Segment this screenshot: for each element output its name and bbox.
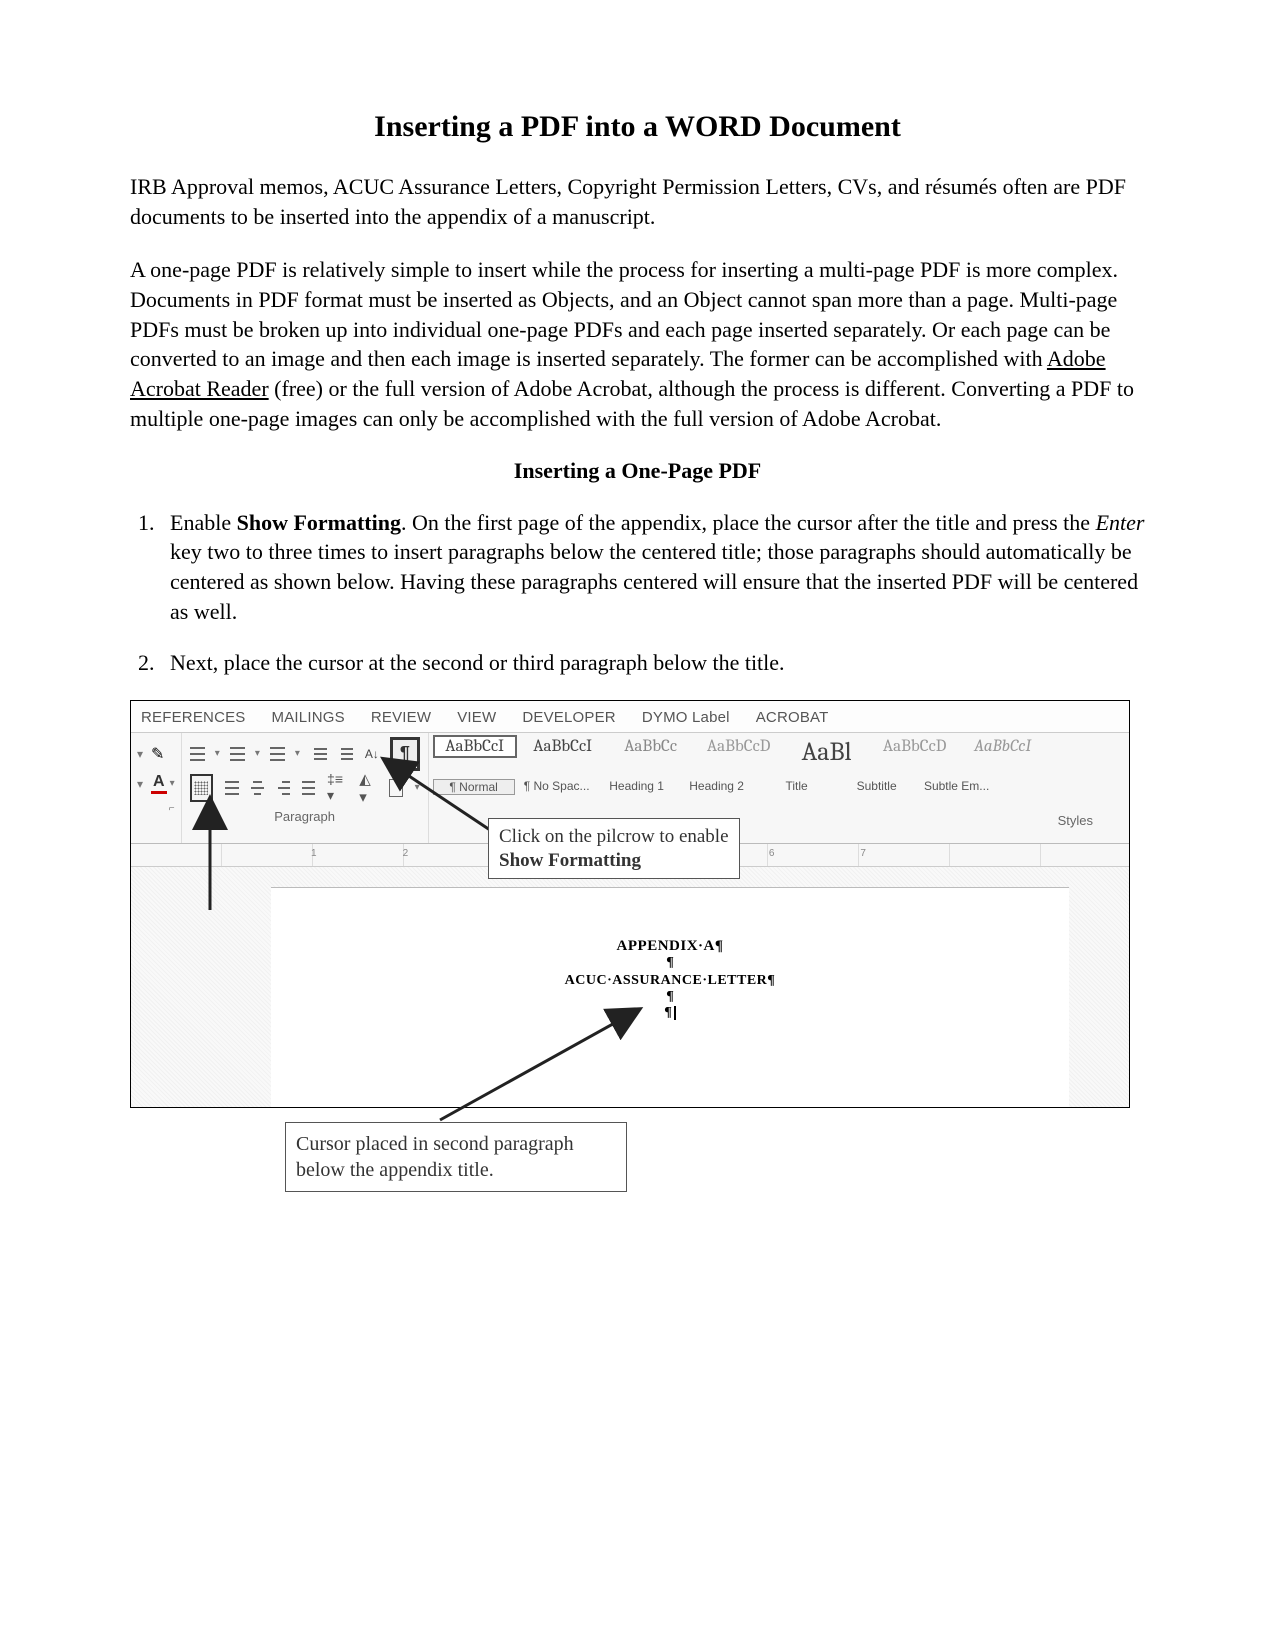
step1-bold: Show Formatting — [237, 510, 401, 535]
style-label-subtitle: Subtitle — [839, 779, 915, 795]
format-painter-icon[interactable]: ✎ — [151, 744, 164, 764]
sort-button[interactable]: A↓ — [363, 744, 380, 764]
appendix-title-line: APPENDIX·A¶ — [271, 938, 1069, 955]
ruler-num: 2 — [403, 848, 409, 859]
callout-cursor-placement: Cursor placed in second paragraph below … — [285, 1122, 627, 1192]
document-area[interactable]: APPENDIX·A¶ ¶ ACUC·ASSURANCE·LETTER¶ ¶ ¶ — [131, 867, 1129, 1107]
style-sample: AaBbCcI — [437, 737, 513, 756]
pilcrow-mark: ¶ — [271, 955, 1069, 971]
style-label-normal: ¶ Normal — [433, 779, 515, 795]
document-page: APPENDIX·A¶ ¶ ACUC·ASSURANCE·LETTER¶ ¶ ¶ — [271, 887, 1069, 1107]
borders-button[interactable] — [389, 779, 403, 797]
tab-mailings[interactable]: MAILINGS — [272, 709, 345, 726]
ruler[interactable]: 1 2 3 4 5 6 7 — [131, 844, 1129, 867]
dropdown-icon[interactable]: ▾ — [137, 777, 143, 791]
ruler-num: 6 — [769, 848, 775, 859]
dropdown-icon[interactable]: ▾ — [137, 747, 143, 761]
style-sample: AaBbCcI — [965, 737, 1041, 756]
paragraph-group: ▾ ▾ ▾ A↓ ¶ ‡≡ ▾ — [182, 733, 429, 843]
style-no-spacing[interactable]: AaBbCcI — [521, 735, 605, 758]
style-heading2[interactable]: AaBbCcD — [697, 735, 781, 758]
increase-indent-button[interactable] — [337, 746, 354, 762]
ruler-num: 3 — [494, 848, 500, 859]
section-subheading: Inserting a One-Page PDF — [130, 458, 1145, 484]
styles-group: AaBbCcI AaBbCcI AaBbCc AaBbCcD AaBl AaBb… — [429, 733, 1129, 843]
style-sample: AaBbCcI — [525, 737, 601, 756]
step1-b: . On the first page of the appendix, pla… — [401, 510, 1096, 535]
align-center-button[interactable] — [251, 781, 264, 795]
shading-button[interactable]: ◭ ▾ — [359, 770, 376, 806]
font-group-launcher[interactable]: ⌐ — [137, 799, 175, 814]
paragraph-group-label: Paragraph — [190, 803, 420, 824]
intro2-text-a: A one-page PDF is relatively simple to i… — [130, 257, 1118, 371]
style-label-title: Title — [759, 779, 835, 795]
intro-paragraph-2: A one-page PDF is relatively simple to i… — [130, 255, 1145, 433]
ribbon-tabs: REFERENCES MAILINGS REVIEW VIEW DEVELOPE… — [131, 701, 1129, 733]
style-sample: AaBbCcD — [701, 737, 777, 756]
font-group: ▾ ✎ ▾ A▾ ⌐ — [131, 733, 182, 843]
style-normal[interactable]: AaBbCcI — [433, 735, 517, 758]
style-label-subtleem: Subtle Em... — [919, 779, 995, 795]
align-left-button[interactable] — [225, 781, 238, 795]
font-color-button[interactable]: A▾ — [151, 773, 175, 794]
word-screenshot-figure: REFERENCES MAILINGS REVIEW VIEW DEVELOPE… — [130, 700, 1130, 1108]
page-title: Inserting a PDF into a WORD Document — [130, 110, 1145, 144]
style-sample: AaBl — [789, 737, 865, 767]
style-title[interactable]: AaBl — [785, 735, 869, 769]
ruler-num: 4 — [586, 848, 592, 859]
intro-paragraph-1: IRB Approval memos, ACUC Assurance Lette… — [130, 172, 1145, 231]
tab-view[interactable]: VIEW — [457, 709, 496, 726]
step-2: Next, place the cursor at the second or … — [160, 648, 1145, 678]
shading-highlight-box[interactable] — [190, 774, 213, 802]
style-sample: AaBbCc — [613, 737, 689, 756]
ruler-num: 7 — [860, 848, 866, 859]
step1-c: key two to three times to insert paragra… — [170, 539, 1138, 623]
appendix-subtitle-line: ACUC·ASSURANCE·LETTER¶ — [271, 973, 1069, 989]
style-label-h1: Heading 1 — [599, 779, 675, 795]
style-sample: AaBbCcD — [877, 737, 953, 756]
tab-developer[interactable]: DEVELOPER — [522, 709, 616, 726]
step1-a: Enable — [170, 510, 237, 535]
steps-list: Enable Show Formatting. On the first pag… — [130, 508, 1145, 678]
decrease-indent-button[interactable] — [310, 746, 327, 762]
text-cursor-icon — [674, 1006, 676, 1020]
bullets-button[interactable] — [190, 747, 205, 761]
show-formatting-pilcrow-button[interactable]: ¶ — [390, 737, 419, 771]
pilcrow-with-cursor: ¶ — [271, 1005, 1069, 1021]
step-1: Enable Show Formatting. On the first pag… — [160, 508, 1145, 627]
word-window: REFERENCES MAILINGS REVIEW VIEW DEVELOPE… — [130, 700, 1130, 1108]
tab-dymo[interactable]: DYMO Label — [642, 709, 730, 726]
style-subtle-emphasis[interactable]: AaBbCcI — [961, 735, 1045, 758]
numbering-button[interactable] — [230, 747, 245, 761]
style-subtitle[interactable]: AaBbCcD — [873, 735, 957, 758]
style-heading1[interactable]: AaBbCc — [609, 735, 693, 758]
tab-review[interactable]: REVIEW — [371, 709, 431, 726]
tab-references[interactable]: REFERENCES — [141, 709, 246, 726]
tab-acrobat[interactable]: ACROBAT — [756, 709, 829, 726]
step1-enter-key: Enter — [1096, 510, 1145, 535]
pilcrow-glyph: ¶ — [664, 1005, 672, 1020]
ruler-num: 5 — [677, 848, 683, 859]
style-label-nospac: ¶ No Spac... — [519, 779, 595, 795]
styles-group-label: Styles — [433, 795, 1123, 828]
line-spacing-button[interactable]: ‡≡ ▾ — [327, 771, 347, 804]
ribbon-body: ▾ ✎ ▾ A▾ ⌐ ▾ ▾ ▾ — [131, 733, 1129, 844]
intro2-text-b: (free) or the full version of Adobe Acro… — [130, 376, 1134, 431]
align-right-button[interactable] — [276, 781, 289, 795]
style-label-h2: Heading 2 — [679, 779, 755, 795]
multilevel-button[interactable] — [270, 747, 285, 761]
ruler-num: 1 — [311, 848, 317, 859]
justify-button[interactable] — [302, 781, 315, 795]
pilcrow-mark: ¶ — [271, 989, 1069, 1005]
